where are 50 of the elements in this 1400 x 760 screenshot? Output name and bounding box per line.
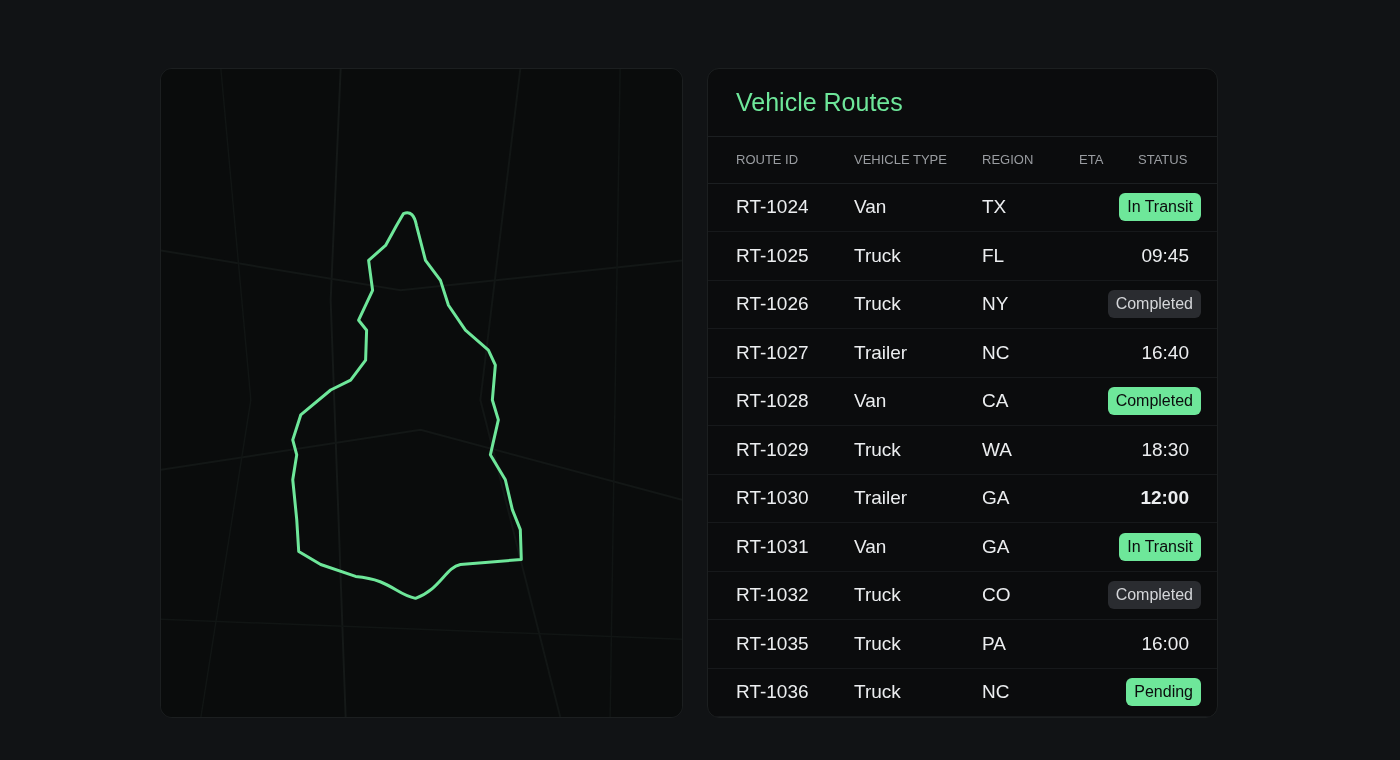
table-cell-text: RT-1028 [736, 389, 810, 413]
table-cell-text: Truck [854, 243, 902, 268]
column-header: REGION [982, 150, 1035, 169]
table-cell-text: TX [982, 195, 1008, 219]
table-cell-text: Truck [854, 680, 902, 704]
table-cell-text: NC [982, 340, 1011, 365]
table-cell-text: Trailer [854, 486, 909, 510]
column-header: ETA [1079, 150, 1105, 169]
table-cell-text: GA [982, 534, 1011, 559]
table-cell-text: FL [982, 243, 1006, 268]
eta-time: 12:00 [1140, 486, 1190, 510]
table-cell-text: Truck [854, 437, 902, 462]
table-cell-text: RT-1032 [736, 583, 810, 607]
eta-time: 16:40 [1141, 340, 1190, 365]
table-cell-text: NY [982, 292, 1010, 316]
status-badge: Pending [1126, 678, 1201, 707]
eta-time: 09:45 [1141, 243, 1190, 268]
table-cell-text: RT-1025 [736, 243, 810, 268]
table-cell-text: GA [982, 486, 1011, 510]
eta-time: 16:00 [1141, 631, 1190, 656]
table-cell-text: Van [854, 195, 888, 219]
table-cell-text: RT-1031 [736, 534, 810, 559]
status-badge: In Transit [1119, 532, 1201, 561]
table-cell-text: RT-1024 [736, 195, 810, 219]
table-cell-text: RT-1036 [736, 680, 810, 704]
status-badge: Completed [1107, 290, 1201, 319]
panel-title: Vehicle Routes [736, 86, 903, 118]
status-badge: In Transit [1119, 193, 1201, 222]
table-cell-text: PA [982, 631, 1007, 656]
table-cell-text: Truck [854, 583, 902, 607]
table-cell-text: NC [982, 680, 1011, 704]
table-cell-text: WA [982, 437, 1013, 462]
status-badge: Completed [1107, 387, 1201, 416]
table-cell-text: CO [982, 583, 1012, 607]
table-cell-text: RT-1026 [736, 292, 810, 316]
table-cell-text: Van [854, 534, 888, 559]
column-header: VEHICLE TYPE [854, 150, 948, 169]
table-cell-text: RT-1027 [736, 340, 810, 365]
table-cell-text: Truck [854, 292, 902, 316]
column-header: ROUTE ID [736, 150, 800, 169]
eta-time: 18:30 [1141, 437, 1190, 462]
column-header: STATUS [1138, 150, 1189, 169]
table-cell-text: RT-1030 [736, 486, 810, 510]
table-cell-text: RT-1029 [736, 437, 810, 462]
table-cell-text: Truck [854, 631, 902, 656]
table-cell-text: Van [854, 389, 888, 413]
table-cell-text: Trailer [854, 340, 909, 365]
status-badge: Completed [1107, 581, 1201, 610]
table-cell-text: RT-1035 [736, 631, 810, 656]
table-cell-text: CA [982, 389, 1010, 413]
